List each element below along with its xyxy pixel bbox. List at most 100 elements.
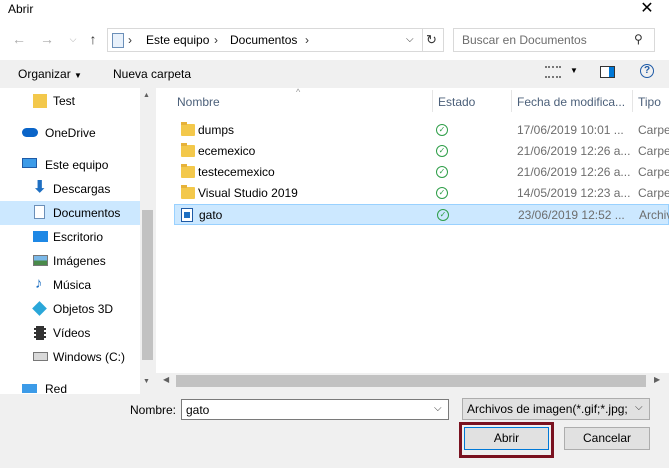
- table-row-selected[interactable]: gato ✓ 23/06/2019 12:52 ... Archiv: [174, 204, 669, 225]
- column-divider[interactable]: [632, 90, 633, 112]
- cloud-icon: [22, 128, 38, 137]
- file-type-filter-select[interactable]: Archivos de imagen(*.gif;*.jpg; ⌵: [462, 398, 650, 420]
- network-icon: [22, 384, 37, 393]
- organize-button[interactable]: Organizar ▼: [18, 67, 82, 81]
- table-row[interactable]: testecemexico ✓ 21/06/2019 12:26 a... Ca…: [174, 162, 669, 183]
- help-icon[interactable]: ?: [640, 64, 654, 78]
- address-dropdown-icon[interactable]: ⌵: [406, 29, 414, 51]
- forward-icon[interactable]: →: [38, 30, 56, 48]
- scroll-up-icon[interactable]: ▲: [143, 92, 150, 99]
- file-name: dumps: [198, 123, 235, 137]
- breadcrumb-separator-icon: ›: [214, 33, 218, 47]
- documents-icon: [34, 205, 45, 219]
- sync-status-icon: ✓: [436, 166, 448, 178]
- sidebar-item-descargas[interactable]: ⬇ Descargas: [0, 177, 140, 201]
- up-icon[interactable]: ↑: [84, 30, 102, 48]
- close-icon[interactable]: ✕: [632, 0, 662, 18]
- file-name-combobox[interactable]: gato ⌵: [181, 399, 449, 420]
- file-name: Visual Studio 2019: [198, 186, 298, 200]
- sidebar-item-videos[interactable]: Vídeos: [0, 321, 140, 345]
- chevron-down-icon: ⌵: [635, 402, 643, 413]
- file-name: gato: [199, 208, 223, 222]
- search-box[interactable]: Buscar en Documentos ⚲: [453, 28, 655, 52]
- sidebar-item-label: Este equipo: [45, 158, 109, 172]
- folder-icon: [181, 143, 195, 157]
- column-divider[interactable]: [511, 90, 512, 112]
- sidebar-item-documentos[interactable]: Documentos: [0, 201, 140, 225]
- sidebar-item-label: Objetos 3D: [53, 302, 114, 316]
- sidebar-item-escritorio[interactable]: Escritorio: [0, 225, 140, 249]
- table-row[interactable]: Visual Studio 2019 ✓ 14/05/2019 12:23 a.…: [174, 183, 669, 204]
- sidebar-item-musica[interactable]: ♪ Música: [0, 273, 140, 297]
- scroll-right-icon[interactable]: ▶: [654, 375, 660, 384]
- search-icon[interactable]: ⚲: [634, 32, 643, 46]
- sidebar-item-label: Windows (C:): [53, 350, 126, 364]
- scroll-left-icon[interactable]: ◀: [163, 375, 169, 384]
- sidebar-item-label: Vídeos: [53, 326, 91, 340]
- file-name-label: Nombre:: [130, 403, 177, 417]
- sidebar-item-label: Red: [45, 382, 68, 393]
- file-type: Carpe: [638, 123, 669, 137]
- file-date: 14/05/2019 12:23 a...: [517, 186, 631, 200]
- table-row[interactable]: ecemexico ✓ 21/06/2019 12:26 a... Carpe: [174, 141, 669, 162]
- horizontal-scroll-thumb[interactable]: [176, 375, 646, 387]
- refresh-icon[interactable]: ↻: [426, 29, 437, 51]
- toolbar: [0, 60, 669, 88]
- breadcrumb-este-equipo[interactable]: Este equipo: [146, 29, 209, 51]
- sync-status-icon: ✓: [436, 187, 448, 199]
- download-icon: ⬇: [33, 179, 47, 196]
- sidebar-item-label: Test: [53, 94, 76, 108]
- sync-status-icon: ✓: [436, 145, 448, 157]
- file-name-input[interactable]: gato: [186, 403, 209, 417]
- address-divider: [422, 29, 423, 51]
- cancel-button[interactable]: Cancelar: [564, 427, 650, 450]
- back-icon[interactable]: ←: [10, 30, 28, 48]
- sidebar-item-este-equipo[interactable]: Este equipo: [0, 153, 140, 177]
- chevron-down-icon: ▼: [74, 71, 82, 80]
- file-name: testecemexico: [198, 165, 275, 179]
- sidebar-item-objetos-3d[interactable]: Objetos 3D: [0, 297, 140, 321]
- computer-icon: [22, 158, 37, 168]
- preview-pane-icon[interactable]: [600, 66, 615, 78]
- breadcrumb-separator-icon: ›: [128, 33, 132, 47]
- file-name: ecemexico: [198, 144, 256, 158]
- column-header-status[interactable]: Estado: [438, 95, 475, 109]
- column-header-date[interactable]: Fecha de modifica...: [517, 95, 625, 109]
- table-row[interactable]: dumps ✓ 17/06/2019 10:01 ... Carpe: [174, 120, 669, 141]
- video-icon: [34, 326, 46, 340]
- file-date: 17/06/2019 10:01 ...: [517, 123, 624, 137]
- sidebar-scroll-thumb[interactable]: [142, 210, 153, 360]
- recent-chevron-icon[interactable]: ⌵: [64, 30, 82, 48]
- sidebar-item-onedrive[interactable]: OneDrive: [0, 121, 140, 145]
- sidebar-item-label: OneDrive: [45, 126, 96, 140]
- view-chevron-down-icon[interactable]: ▼: [570, 66, 578, 75]
- breadcrumb-documentos[interactable]: Documentos: [230, 29, 297, 51]
- scroll-down-icon[interactable]: ▼: [143, 378, 150, 385]
- file-date: 21/06/2019 12:26 a...: [517, 165, 631, 179]
- sync-status-icon: ✓: [436, 124, 448, 136]
- file-type: Carpe: [638, 144, 669, 158]
- view-options-icon[interactable]: [545, 66, 561, 78]
- sync-status-icon: ✓: [437, 209, 449, 221]
- breadcrumb-separator-icon: ›: [305, 33, 309, 47]
- sidebar-item-red[interactable]: Red: [0, 377, 140, 393]
- sidebar-item-label: Documentos: [53, 206, 121, 220]
- chevron-down-icon[interactable]: ⌵: [434, 403, 442, 414]
- open-button[interactable]: Abrir: [464, 427, 549, 450]
- sidebar-item-imagenes[interactable]: Imágenes: [0, 249, 140, 273]
- file-type: Archiv: [639, 208, 669, 222]
- desktop-icon: [33, 231, 48, 242]
- column-divider[interactable]: [432, 90, 433, 112]
- sidebar-item-windows-c[interactable]: Windows (C:): [0, 345, 140, 369]
- music-icon: ♪: [35, 275, 43, 292]
- sidebar-item-test[interactable]: Test: [0, 89, 140, 113]
- organize-label: Organizar: [18, 67, 71, 81]
- sidebar-item-label: Música: [53, 278, 92, 292]
- new-folder-button[interactable]: Nueva carpeta: [113, 67, 191, 81]
- file-type-filter-value: Archivos de imagen(*.gif;*.jpg;: [467, 402, 628, 416]
- file-date: 21/06/2019 12:26 a...: [517, 144, 631, 158]
- search-input[interactable]: Buscar en Documentos: [462, 33, 587, 47]
- column-header-name[interactable]: Nombre: [177, 95, 220, 109]
- column-header-type[interactable]: Tipo: [638, 95, 661, 109]
- address-bar[interactable]: › Este equipo › Documentos › ⌵ ↻: [107, 28, 444, 52]
